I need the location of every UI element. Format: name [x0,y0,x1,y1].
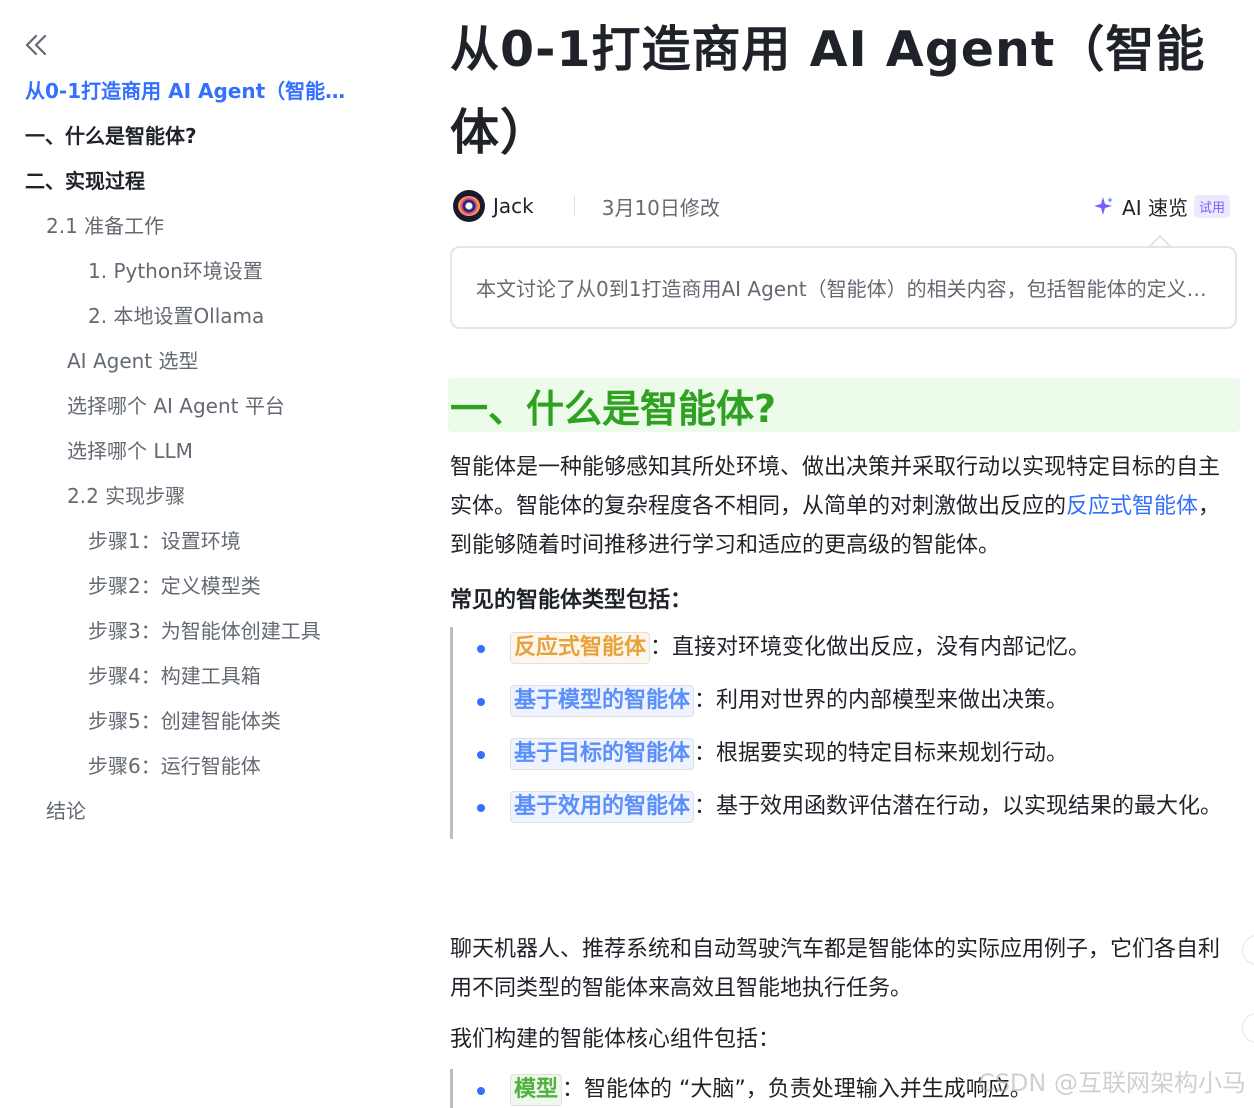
toc-item[interactable]: 2. 本地设置Ollama [0,292,410,337]
list-item: 基于目标的智能体 ：根据要实现的特定目标来规划行动。 [477,733,1240,774]
toc-item[interactable]: AI Agent 选型 [0,337,410,382]
avatar[interactable] [453,190,485,222]
floating-help-button[interactable] [1242,935,1254,965]
types-heading: 常见的智能体类型包括： [450,588,693,613]
toc-item-label: 结论 [46,799,86,823]
highlight-tag: 基于模型的智能体 [510,685,695,717]
list-item: 基于效用的智能体 ：基于效用函数评估潜在行动，以实现结果的最大化。 [477,786,1240,827]
toc-item-label: 2.2 实现步骤 [67,484,186,508]
ai-quick-view-label: AI 速览 [1122,195,1188,220]
toc-item[interactable]: 2.1 准备工作 [0,202,410,247]
toc-item[interactable]: 二、实现过程 [0,157,355,202]
list-item-text: ：根据要实现的特定目标来规划行动。 [694,741,1069,766]
doc-meta: Jack 3月10日修改 AI 速览 试用 [450,188,1240,224]
toc-item-label: 步骤1：设置环境 [88,529,241,553]
collapse-sidebar-icon[interactable] [22,30,50,60]
toc-item[interactable]: 步骤4：构建工具箱 [0,652,410,697]
toc-item[interactable]: 步骤6：运行智能体 [0,742,410,787]
highlight-tag: 基于目标的智能体 [510,738,695,770]
sparkle-icon [1094,197,1114,215]
toc-item-label: 步骤5：创建智能体类 [88,709,281,733]
page-title: 从0-1打造商用 AI Agent（智能体） [450,21,1206,161]
toc-item-label: 2.1 准备工作 [46,214,165,238]
list-item: 反应式智能体 ：直接对环境变化做出反应，没有内部记忆。 [477,627,1240,668]
highlight-tag: 基于效用的智能体 [510,791,695,823]
highlight-tag: 模型 [510,1074,563,1106]
toc-item-label: 2. 本地设置Ollama [88,304,265,328]
list-item: 基于模型的智能体 ：利用对世界的内部模型来做出决策。 [477,680,1240,721]
toc-sidebar: 从0-1打造商用 AI Agent（智能体） 一、什么是智能体? 二、实现过程 2.1… [0,0,410,1108]
ai-quick-view-button[interactable]: AI 速览 试用 [1092,188,1230,224]
list-item-text: ：基于效用函数评估潜在行动，以实现结果的最大化。 [694,794,1223,819]
toc-item-label: 从0-1打造商用 AI Agent（智能体） [25,79,355,103]
toc-item-label: AI Agent 选型 [67,349,199,373]
toc-item[interactable]: 步骤1：设置环境 [0,517,410,562]
list-item-text: ：利用对世界的内部模型来做出决策。 [694,688,1069,713]
components-intro: 我们构建的智能体核心组件包括： [450,1027,781,1052]
toc-item[interactable]: 1. Python环境设置 [0,247,410,292]
toc-item-label: 步骤4：构建工具箱 [88,664,261,688]
floating-feedback-button[interactable] [1242,1013,1254,1043]
toc-item-label: 步骤3：为智能体创建工具 [88,619,321,643]
toc-item[interactable]: 步骤3：为智能体创建工具 [0,607,410,652]
modified-date: 3月10日修改 [601,195,720,220]
watermark: CSDN @互联网架构小马 [977,1069,1246,1097]
ai-summary-box[interactable]: 本文讨论了从0到1打造商用AI Agent（智能体）的相关内容，包括智能体的定义… [450,246,1237,329]
toc-item-label: 步骤6：运行智能体 [88,754,261,778]
highlight-tag: 反应式智能体 [510,632,651,664]
reactive-agent-link[interactable]: 反应式智能体 [1066,494,1198,519]
toc-item[interactable]: 2.2 实现步骤 [0,472,410,517]
toc-item-label: 一、什么是智能体? [25,124,197,148]
intro-paragraph: 智能体是一种能够感知其所处环境、做出决策并采取行动以实现特定目标的自主实体。智能… [450,448,1235,565]
toc-item-label: 选择哪个 AI Agent 平台 [67,394,285,418]
toc-item[interactable]: 步骤5：创建智能体类 [0,697,410,742]
list-item-text: ：智能体的 “大脑”，负责处理输入并生成响应。 [562,1077,1032,1102]
toc-item[interactable]: 从0-1打造商用 AI Agent（智能体） [0,67,355,112]
toc-item-label: 二、实现过程 [25,169,145,193]
toc-item-label: 1. Python环境设置 [88,259,263,283]
table-of-contents: 从0-1打造商用 AI Agent（智能体） 一、什么是智能体? 二、实现过程 2.1… [0,67,410,832]
ai-summary-text: 本文讨论了从0到1打造商用AI Agent（智能体）的相关内容，包括智能体的定义… [476,277,1211,301]
applications-paragraph: 聊天机器人、推荐系统和自动驾驶汽车都是智能体的实际应用例子，它们各自利用不同类型… [450,937,1221,1001]
toc-item[interactable]: 一、什么是智能体? [0,112,355,157]
trial-badge: 试用 [1193,194,1230,218]
toc-item[interactable]: 选择哪个 AI Agent 平台 [0,382,410,427]
toc-item[interactable]: 选择哪个 LLM [0,427,410,472]
author-name[interactable]: Jack [493,194,534,218]
meta-divider [573,196,575,216]
toc-item[interactable]: 结论 [0,787,410,832]
list-item-text: ：直接对环境变化做出反应，没有内部记忆。 [650,635,1091,660]
toc-item[interactable]: 步骤2：定义模型类 [0,562,410,607]
toc-item-label: 步骤2：定义模型类 [88,574,261,598]
toc-item-label: 选择哪个 LLM [67,439,193,463]
agent-types-list: 反应式智能体 ：直接对环境变化做出反应，没有内部记忆。 基于模型的智能体 ：利用对世界… [450,627,1240,839]
section-heading: 一、什么是智能体? [448,378,1240,432]
